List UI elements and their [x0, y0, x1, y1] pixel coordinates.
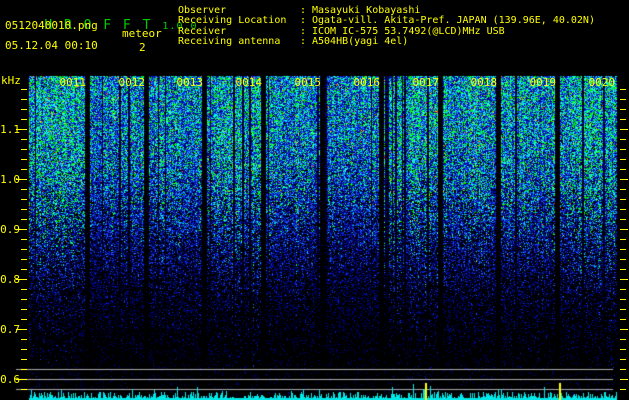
freq-minor-tick — [620, 189, 626, 190]
freq-minor-tick — [21, 309, 27, 310]
freq-minor-tick — [21, 209, 27, 210]
freq-minor-tick — [620, 199, 626, 200]
freq-minor-tick — [21, 339, 27, 340]
freq-minor-tick — [620, 149, 626, 150]
freq-minor-tick — [21, 189, 27, 190]
freq-major-tick — [620, 279, 628, 280]
freq-minor-tick — [620, 259, 626, 260]
time-label: 0012 — [113, 77, 145, 88]
info-value: A504HB(yagi 4el) — [312, 37, 408, 47]
freq-minor-tick — [21, 99, 27, 100]
info-label: Receiving antenna — [178, 37, 300, 47]
freq-tick-label: 0.8 — [0, 274, 20, 285]
freq-minor-tick — [620, 209, 626, 210]
freq-minor-tick — [620, 349, 626, 350]
freq-tick-label: 0.9 — [0, 224, 20, 235]
freq-minor-tick — [620, 139, 626, 140]
info-row-antenna: Receiving antenna:A504HB(yagi 4el) — [178, 37, 595, 47]
time-label: 0015 — [289, 77, 321, 88]
freq-minor-tick — [21, 149, 27, 150]
freq-major-tick — [620, 129, 628, 130]
freq-minor-tick — [620, 389, 626, 390]
freq-minor-tick — [620, 169, 626, 170]
freq-minor-tick — [620, 369, 626, 370]
freq-minor-tick — [620, 339, 626, 340]
spectrogram-canvas — [0, 0, 629, 400]
freq-minor-tick — [620, 289, 626, 290]
freq-major-tick — [620, 329, 628, 330]
freq-minor-tick — [21, 139, 27, 140]
time-label: 0017 — [407, 77, 439, 88]
freq-major-tick — [620, 179, 628, 180]
freq-tick-label: 0.6 — [0, 374, 20, 385]
time-label: 0018 — [465, 77, 497, 88]
freq-tick-label: 0.7 — [0, 324, 20, 335]
freq-minor-tick — [21, 319, 27, 320]
freq-minor-tick — [21, 389, 27, 390]
datetime-label: 05.12.04 00:10 — [5, 39, 98, 52]
freq-minor-tick — [620, 119, 626, 120]
time-label: 0011 — [54, 77, 86, 88]
time-label: 0014 — [230, 77, 262, 88]
freq-minor-tick — [21, 119, 27, 120]
info-separator: : — [300, 37, 312, 47]
freq-minor-tick — [21, 359, 27, 360]
freq-minor-tick — [21, 349, 27, 350]
freq-minor-tick — [21, 239, 27, 240]
time-label: 0019 — [524, 77, 556, 88]
freq-minor-tick — [21, 249, 27, 250]
output-filename: 0512040010.png — [5, 19, 98, 32]
time-label: 0016 — [348, 77, 380, 88]
mode-label: meteor — [122, 27, 162, 40]
freq-minor-tick — [21, 159, 27, 160]
freq-minor-tick — [21, 89, 27, 90]
freq-minor-tick — [620, 249, 626, 250]
freq-minor-tick — [21, 199, 27, 200]
freq-minor-tick — [620, 309, 626, 310]
freq-tick-label: 1.0 — [0, 174, 20, 185]
freq-minor-tick — [21, 369, 27, 370]
hrofft-screen: H R O F F T1.0.0 0512040010.png meteor 0… — [0, 0, 629, 400]
freq-major-tick — [620, 229, 628, 230]
freq-minor-tick — [620, 239, 626, 240]
freq-minor-tick — [21, 269, 27, 270]
freq-minor-tick — [620, 319, 626, 320]
freq-tick-label: 1.1 — [0, 124, 20, 135]
freq-minor-tick — [620, 89, 626, 90]
freq-minor-tick — [21, 299, 27, 300]
freq-minor-tick — [21, 289, 27, 290]
freq-minor-tick — [620, 219, 626, 220]
freq-minor-tick — [620, 99, 626, 100]
time-label: 0013 — [171, 77, 203, 88]
freq-minor-tick — [620, 359, 626, 360]
freq-minor-tick — [620, 299, 626, 300]
freq-minor-tick — [21, 259, 27, 260]
freq-major-tick — [620, 379, 628, 380]
freq-minor-tick — [620, 109, 626, 110]
station-info: Observer:Masayuki Kobayashi Receiving Lo… — [178, 6, 595, 48]
freq-minor-tick — [620, 159, 626, 160]
freq-minor-tick — [21, 169, 27, 170]
freq-minor-tick — [21, 219, 27, 220]
meteor-count: 2 — [139, 41, 146, 54]
freq-axis-unit: kHz — [1, 74, 21, 87]
time-label: 0020 — [583, 77, 615, 88]
freq-minor-tick — [21, 109, 27, 110]
freq-minor-tick — [620, 269, 626, 270]
